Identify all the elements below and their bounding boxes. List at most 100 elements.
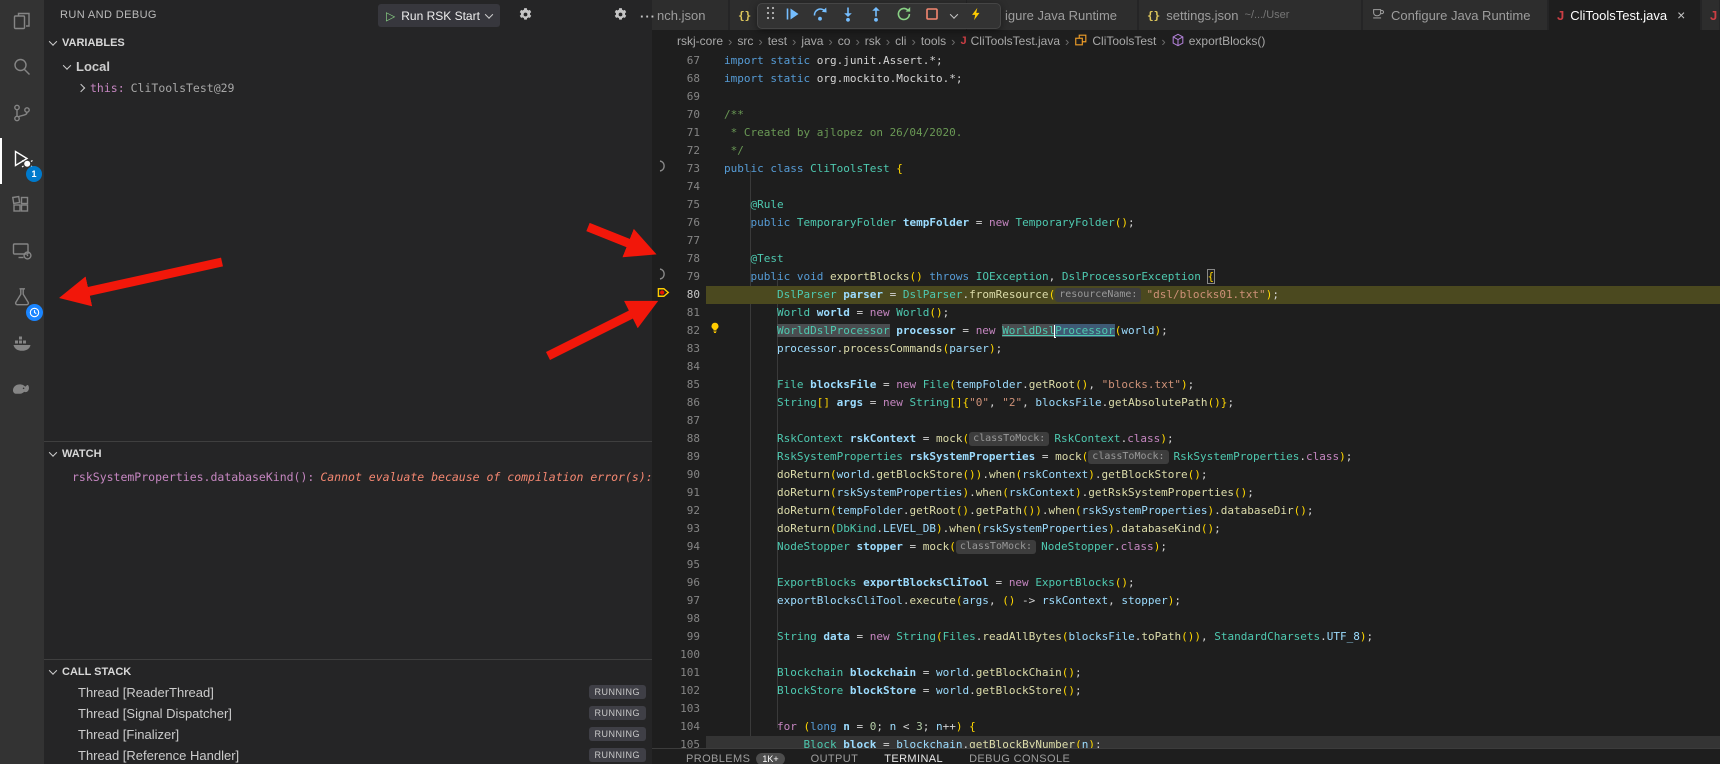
gutter-decoration[interactable] bbox=[652, 646, 676, 664]
line-number[interactable]: 98 bbox=[676, 610, 706, 628]
line-number[interactable]: 69 bbox=[676, 88, 706, 106]
fold-column[interactable] bbox=[706, 232, 724, 250]
code-line-89[interactable]: 89 RskSystemProperties rskSystemProperti… bbox=[652, 448, 1720, 466]
line-number[interactable]: 105 bbox=[676, 736, 706, 748]
breadcrumb-item-tools[interactable]: tools bbox=[921, 34, 946, 48]
watch-section-header[interactable]: WATCH bbox=[44, 444, 652, 464]
breadcrumb-item-exportblocks-[interactable]: exportBlocks() bbox=[1171, 33, 1266, 50]
code-editor[interactable]: 67import static org.junit.Assert.*;68imp… bbox=[652, 52, 1720, 748]
gutter-decoration[interactable] bbox=[652, 52, 676, 70]
step-over-button[interactable] bbox=[808, 5, 832, 27]
gutter-decoration[interactable] bbox=[652, 178, 676, 196]
gutter-decoration[interactable] bbox=[652, 466, 676, 484]
fold-column[interactable] bbox=[706, 412, 724, 430]
code-line-86[interactable]: 86 String[] args = new String[]{"0", "2"… bbox=[652, 394, 1720, 412]
gutter-decoration[interactable] bbox=[652, 448, 676, 466]
code-line-74[interactable]: 74 bbox=[652, 178, 1720, 196]
gutter-decoration[interactable] bbox=[652, 520, 676, 538]
fold-column[interactable] bbox=[706, 52, 724, 70]
gutter-decoration[interactable] bbox=[652, 106, 676, 124]
run-config-dropdown[interactable]: ▷ Run RSK Start bbox=[378, 4, 500, 27]
gutter-decoration[interactable] bbox=[652, 214, 676, 232]
line-number[interactable]: 67 bbox=[676, 52, 706, 70]
fold-column[interactable] bbox=[706, 430, 724, 448]
activity-item-testing[interactable] bbox=[0, 276, 44, 322]
fold-column[interactable] bbox=[706, 88, 724, 106]
gutter-decoration[interactable] bbox=[652, 358, 676, 376]
code-line-90[interactable]: 90 doReturn(world.getBlockStore()).when(… bbox=[652, 466, 1720, 484]
gutter-decoration[interactable] bbox=[652, 610, 676, 628]
gutter-decoration[interactable] bbox=[652, 538, 676, 556]
fold-column[interactable] bbox=[706, 646, 724, 664]
fold-column[interactable] bbox=[706, 628, 724, 646]
tab-configure-java-runtime[interactable]: Configure Java Runtime bbox=[1363, 0, 1548, 30]
code-line-83[interactable]: 83 processor.processCommands(parser); bbox=[652, 340, 1720, 358]
fold-column[interactable] bbox=[706, 304, 724, 322]
fold-column[interactable] bbox=[706, 718, 724, 736]
code-line-76[interactable]: 76 public TemporaryFolder tempFolder = n… bbox=[652, 214, 1720, 232]
fold-column[interactable] bbox=[706, 664, 724, 682]
line-number[interactable]: 86 bbox=[676, 394, 706, 412]
gutter-decoration[interactable] bbox=[652, 322, 676, 340]
line-number[interactable]: 103 bbox=[676, 700, 706, 718]
gutter-decoration[interactable] bbox=[652, 70, 676, 88]
line-number[interactable]: 70 bbox=[676, 106, 706, 124]
panel-tab-terminal[interactable]: TERMINAL bbox=[884, 753, 943, 764]
code-line-77[interactable]: 77 bbox=[652, 232, 1720, 250]
code-line-105[interactable]: 105 Block block = blockchain.getBlockByN… bbox=[652, 736, 1720, 748]
code-line-85[interactable]: 85 File blocksFile = new File(tempFolder… bbox=[652, 376, 1720, 394]
gutter-decoration[interactable] bbox=[652, 700, 676, 718]
activity-item-source-control[interactable] bbox=[0, 92, 44, 138]
gutter-decoration[interactable] bbox=[652, 196, 676, 214]
call-stack-thread-row[interactable]: Thread [Reference Handler]RUNNING bbox=[44, 745, 652, 764]
line-number[interactable]: 96 bbox=[676, 574, 706, 592]
gutter-decoration[interactable] bbox=[652, 376, 676, 394]
line-number[interactable]: 84 bbox=[676, 358, 706, 376]
line-number[interactable]: 94 bbox=[676, 538, 706, 556]
line-number[interactable]: 95 bbox=[676, 556, 706, 574]
activity-item-run-and-debug[interactable]: 1 bbox=[0, 138, 44, 184]
fold-column[interactable] bbox=[706, 538, 724, 556]
variables-section-header[interactable]: VARIABLES bbox=[44, 33, 652, 53]
activity-item-remote-explorer[interactable] bbox=[0, 230, 44, 276]
gutter-decoration[interactable] bbox=[652, 628, 676, 646]
fold-column[interactable] bbox=[706, 520, 724, 538]
activity-item-gradle[interactable] bbox=[0, 368, 44, 414]
fold-column[interactable] bbox=[706, 268, 724, 286]
fold-column[interactable] bbox=[706, 124, 724, 142]
line-number[interactable]: 77 bbox=[676, 232, 706, 250]
code-line-67[interactable]: 67import static org.junit.Assert.*; bbox=[652, 52, 1720, 70]
code-line-102[interactable]: 102 BlockStore blockStore = world.getBlo… bbox=[652, 682, 1720, 700]
gutter-decoration[interactable] bbox=[652, 736, 676, 748]
step-out-button[interactable] bbox=[864, 5, 888, 27]
fold-column[interactable] bbox=[706, 700, 724, 718]
code-line-93[interactable]: 93 doReturn(DbKind.LEVEL_DB).when(rskSys… bbox=[652, 520, 1720, 538]
call-stack-thread-row[interactable]: Thread [ReaderThread]RUNNING bbox=[44, 682, 652, 703]
code-line-68[interactable]: 68import static org.mockito.Mockito.*; bbox=[652, 70, 1720, 88]
gutter-decoration[interactable] bbox=[652, 340, 676, 358]
gutter-decoration[interactable] bbox=[652, 574, 676, 592]
gutter-decoration[interactable] bbox=[652, 124, 676, 142]
line-number[interactable]: 90 bbox=[676, 466, 706, 484]
code-line-88[interactable]: 88 RskContext rskContext = mock(classToM… bbox=[652, 430, 1720, 448]
fold-column[interactable] bbox=[706, 376, 724, 394]
code-line-82[interactable]: 82 WorldDslProcessor processor = new Wor… bbox=[652, 322, 1720, 340]
close-icon[interactable]: × bbox=[1677, 7, 1685, 23]
gutter-decoration[interactable] bbox=[652, 430, 676, 448]
line-number[interactable]: 79 bbox=[676, 268, 706, 286]
gutter-decoration[interactable] bbox=[652, 412, 676, 430]
code-line-78[interactable]: 78 @Test bbox=[652, 250, 1720, 268]
line-number[interactable]: 104 bbox=[676, 718, 706, 736]
breadcrumb-item-rsk[interactable]: rsk bbox=[865, 34, 881, 48]
gutter-decoration[interactable] bbox=[652, 268, 676, 286]
hot-code-replace-button[interactable] bbox=[964, 5, 988, 27]
activity-item-search[interactable] bbox=[0, 46, 44, 92]
gutter-decoration[interactable] bbox=[652, 88, 676, 106]
line-number[interactable]: 85 bbox=[676, 376, 706, 394]
gutter-decoration[interactable] bbox=[652, 664, 676, 682]
breadcrumb-item-clitoolstest[interactable]: CliToolsTest bbox=[1074, 33, 1156, 50]
restart-button[interactable] bbox=[892, 5, 916, 27]
line-number[interactable]: 89 bbox=[676, 448, 706, 466]
fold-column[interactable] bbox=[706, 70, 724, 88]
fold-column[interactable] bbox=[706, 106, 724, 124]
